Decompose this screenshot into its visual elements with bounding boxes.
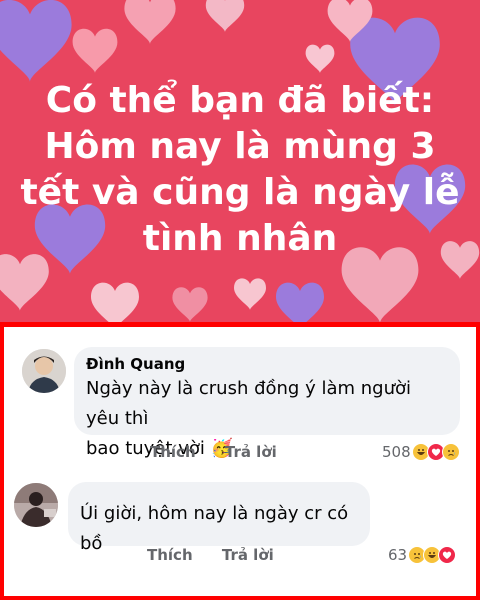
heart-icon xyxy=(0,254,49,311)
comment-author[interactable]: Đình Quang xyxy=(86,355,448,374)
reaction-summary[interactable]: 63 xyxy=(388,546,457,564)
post-image: Có thể bạn đã biết: Hôm nay là mùng 3 tế… xyxy=(0,0,480,322)
reaction-count: 63 xyxy=(388,546,408,564)
heart-icon xyxy=(205,0,245,32)
post-caption-line: tết và cũng là ngày lễ xyxy=(20,172,460,213)
comments-section: Đình Quang Ngày này là crush đồng ý làm … xyxy=(0,322,480,600)
post-caption-line: tình nhân xyxy=(142,218,338,259)
sad-reaction-icon xyxy=(441,443,460,461)
comment-actions: Thích Trả lời xyxy=(150,443,301,461)
comment-actions: Thích Trả lời xyxy=(147,546,298,564)
reply-button[interactable]: Trả lời xyxy=(222,546,274,564)
heart-icon xyxy=(91,282,139,322)
post-caption-line: Hôm nay là mùng 3 xyxy=(44,126,436,167)
comment-bubble: Úi giời, hôm nay là ngày cr có bồ xyxy=(68,482,370,554)
post-caption: Có thể bạn đã biết: Hôm nay là mùng 3 tế… xyxy=(0,78,480,262)
reply-button[interactable]: Trả lời xyxy=(225,443,277,461)
avatar[interactable] xyxy=(22,349,66,393)
heart-icon xyxy=(276,282,324,322)
love-reaction-icon xyxy=(438,546,457,564)
heart-icon xyxy=(172,287,208,322)
comment-text-line: Ngày này là crush đồng ý làm người yêu t… xyxy=(86,378,411,429)
reaction-summary[interactable]: 508 xyxy=(382,443,460,461)
heart-icon xyxy=(234,278,266,310)
heart-icon xyxy=(124,0,176,44)
reaction-count: 508 xyxy=(382,443,411,461)
post-caption-line: Có thể bạn đã biết: xyxy=(45,80,435,121)
heart-icon xyxy=(0,0,72,83)
like-button[interactable]: Thích xyxy=(147,546,193,564)
avatar[interactable] xyxy=(14,483,58,527)
comment-bubble: Đình Quang Ngày này là crush đồng ý làm … xyxy=(74,347,460,459)
heart-icon xyxy=(305,44,335,73)
heart-icon xyxy=(72,28,118,73)
like-button[interactable]: Thích xyxy=(150,443,196,461)
